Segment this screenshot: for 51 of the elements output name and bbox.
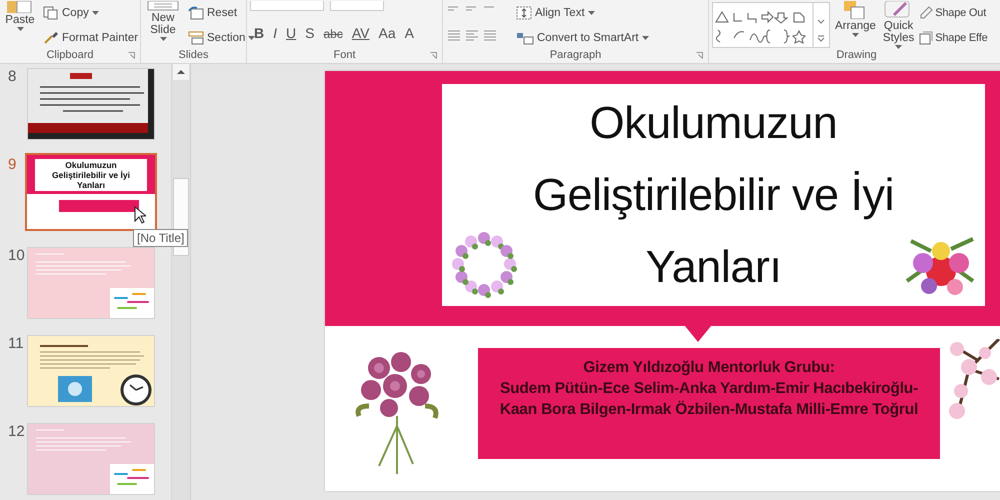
copy-icon: [43, 6, 59, 20]
slide-number: 10: [7, 247, 24, 264]
slide-number: 12: [7, 423, 24, 440]
dialog-launcher-icon[interactable]: [696, 52, 703, 59]
font-color-button[interactable]: A: [400, 25, 418, 49]
ribbon-button[interactable]: Shape Out: [919, 4, 988, 20]
group-label: Drawing: [835, 50, 878, 63]
slide-number: 11: [7, 335, 24, 352]
group-label: Paragraph: [548, 50, 602, 63]
slide-subtitle: Gizem Yıldızoğlu Mentorluk Grubu: Sudem Pütün-Ece Selim-Anka Yardım-Emir Hacıbekiroğlu- Kaan Bora Bilgen-Irmak Özbilen-Mustafa Milli-Emre Toğrul: [478, 348, 940, 459]
shapes-gallery[interactable]: [712, 2, 830, 48]
group-label: Clipboard: [45, 50, 95, 63]
font-name-field[interactable]: [250, 1, 324, 11]
flower-wreath-drawing: [449, 229, 519, 299]
ribbon-button[interactable]: Reset: [185, 4, 258, 20]
paintbrush-icon: [43, 30, 59, 44]
slide-title-text: Okulumuzun Geliştirilebilir ve İyi Yanları: [35, 159, 147, 191]
ribbon-button[interactable]: Convert to SmartArt: [513, 30, 652, 46]
dialog-launcher-icon[interactable]: [430, 52, 437, 59]
shape-effects-icon: [919, 30, 934, 44]
arrange-button[interactable]: Arrange: [833, 1, 878, 49]
character-spacing-button[interactable]: AV: [348, 25, 374, 49]
tooltip: [No Title]: [133, 229, 188, 247]
italic-button[interactable]: I: [269, 25, 282, 49]
quick-styles-button[interactable]: Quick Styles: [880, 1, 916, 49]
group-label: Slides: [178, 50, 210, 63]
scroll-up-icon[interactable]: [173, 64, 190, 80]
slide-number: 8: [7, 68, 18, 85]
change-case-button[interactable]: Aa: [374, 25, 400, 49]
ribbon-button[interactable]: Copy: [40, 4, 142, 20]
paste-button[interactable]: Paste: [3, 1, 37, 49]
reset-icon: [188, 6, 204, 20]
pencil-outline-icon: [919, 6, 934, 20]
ribbon-button[interactable]: Format Painter: [40, 30, 142, 46]
smartart-icon: [516, 30, 534, 44]
section-icon: [188, 30, 204, 44]
group-label: Font: [332, 50, 356, 63]
dialog-launcher-icon[interactable]: [128, 52, 135, 59]
font-size-field[interactable]: [330, 1, 384, 11]
shadow-button[interactable]: S: [301, 25, 318, 49]
ribbon-button[interactable]: Align Text: [513, 4, 652, 20]
strikethrough-button[interactable]: abc: [319, 27, 347, 49]
underline-button[interactable]: U: [282, 25, 300, 49]
slide-title: Okulumuzun Geliştirilebilir ve İyi Yanları: [442, 84, 985, 306]
ribbon-button[interactable]: Shape Effe: [919, 30, 988, 46]
bold-button[interactable]: B: [250, 25, 268, 49]
align-text-icon: [516, 6, 532, 20]
new-slide-button[interactable]: New Slide: [144, 1, 182, 49]
slide-thumbnail[interactable]: Okulumuzun Geliştirilebilir ve İyi Yanları: [25, 153, 157, 231]
mouse-pointer-icon: [134, 206, 146, 224]
slide-number: 9: [7, 156, 18, 173]
